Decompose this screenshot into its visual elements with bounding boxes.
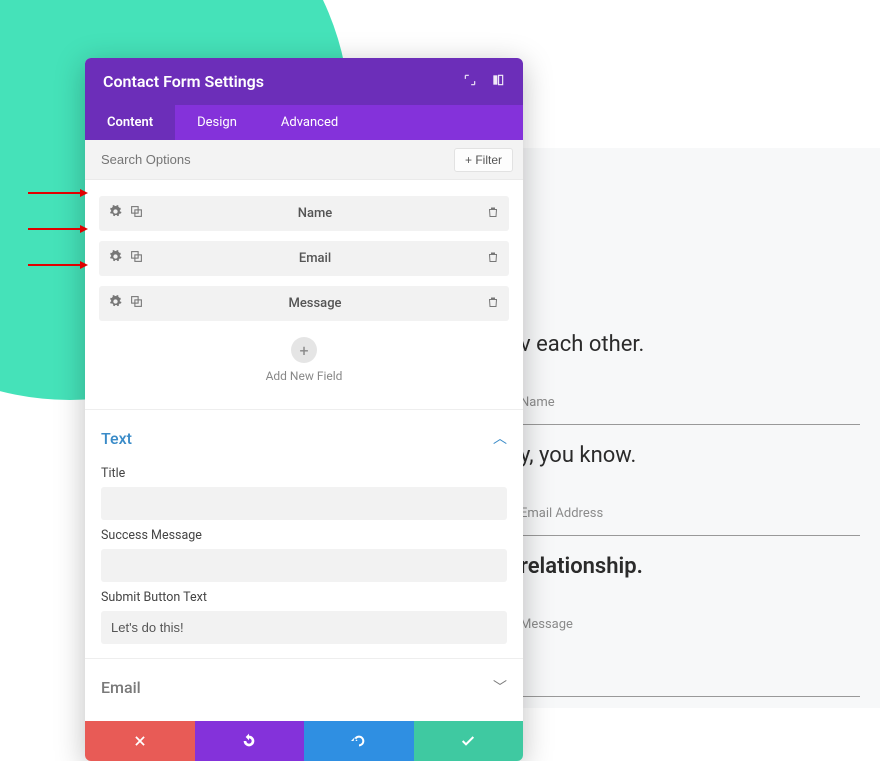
filter-button[interactable]: + Filter — [454, 148, 513, 172]
cancel-button[interactable] — [85, 721, 195, 761]
section-text-header[interactable]: Text ︿ — [85, 409, 523, 458]
success-input[interactable] — [101, 549, 507, 582]
modal-body: Name Email Message + — [85, 180, 523, 721]
preview-text-1: v each other. — [520, 332, 880, 357]
annotation-arrow-3 — [28, 260, 88, 270]
preview-email-field[interactable]: Email Address — [520, 494, 860, 536]
search-row: + Filter — [85, 140, 523, 180]
preview-text-3: relationship. — [520, 554, 880, 579]
modal-title: Contact Form Settings — [103, 72, 264, 91]
tabs: Content Design Advanced — [85, 105, 523, 140]
preview-name-field[interactable]: Name — [520, 383, 860, 425]
save-button[interactable] — [414, 721, 524, 761]
tab-design[interactable]: Design — [175, 105, 259, 140]
snap-icon[interactable] — [491, 73, 505, 90]
duplicate-icon[interactable] — [130, 250, 143, 267]
gear-icon[interactable] — [109, 205, 122, 222]
add-new-field: + Add New Field — [99, 331, 509, 401]
field-label: Name — [143, 206, 487, 221]
field-label: Email — [143, 251, 487, 266]
field-row-message[interactable]: Message — [99, 286, 509, 321]
gear-icon[interactable] — [109, 295, 122, 312]
trash-icon[interactable] — [487, 296, 499, 312]
preview-name-label: Name — [520, 395, 555, 410]
add-button[interactable]: + — [291, 337, 317, 363]
undo-button[interactable] — [195, 721, 305, 761]
chevron-up-icon: ︿ — [493, 428, 507, 448]
field-label: Message — [143, 296, 487, 311]
section-text-title: Text — [101, 429, 132, 448]
annotation-arrow-1 — [28, 188, 88, 198]
preview-text-2: y, you know. — [520, 443, 880, 468]
annotation-arrow-2 — [28, 224, 88, 234]
field-row-name[interactable]: Name — [99, 196, 509, 231]
section-email-header[interactable]: Email ﹀ — [85, 658, 523, 721]
duplicate-icon[interactable] — [130, 205, 143, 222]
filter-label: Filter — [475, 153, 502, 167]
success-label: Success Message — [101, 528, 507, 543]
submit-text-input[interactable] — [101, 611, 507, 644]
trash-icon[interactable] — [487, 206, 499, 222]
tab-advanced[interactable]: Advanced — [259, 105, 360, 140]
preview-email-label: Email Address — [520, 506, 603, 521]
submit-text-label: Submit Button Text — [101, 590, 507, 605]
form-preview: v each other. Name y, you know. Email Ad… — [520, 332, 880, 721]
section-text-body: Title Success Message Submit Button Text — [85, 466, 523, 658]
preview-message-field[interactable]: Message — [520, 605, 860, 697]
expand-icon[interactable] — [463, 73, 477, 90]
modal-footer — [85, 721, 523, 761]
field-list: Name Email Message + — [85, 180, 523, 409]
settings-modal: Contact Form Settings Content Design Adv… — [85, 58, 523, 761]
chevron-down-icon: ﹀ — [493, 677, 507, 697]
title-label: Title — [101, 466, 507, 481]
title-input[interactable] — [101, 487, 507, 520]
search-input[interactable] — [101, 146, 454, 173]
preview-message-label: Message — [520, 617, 573, 632]
redo-button[interactable] — [304, 721, 414, 761]
trash-icon[interactable] — [487, 251, 499, 267]
duplicate-icon[interactable] — [130, 295, 143, 312]
modal-header[interactable]: Contact Form Settings — [85, 58, 523, 105]
field-row-email[interactable]: Email — [99, 241, 509, 276]
tab-content[interactable]: Content — [85, 105, 175, 140]
gear-icon[interactable] — [109, 250, 122, 267]
section-email-title: Email — [101, 678, 141, 697]
add-new-label: Add New Field — [99, 369, 509, 383]
